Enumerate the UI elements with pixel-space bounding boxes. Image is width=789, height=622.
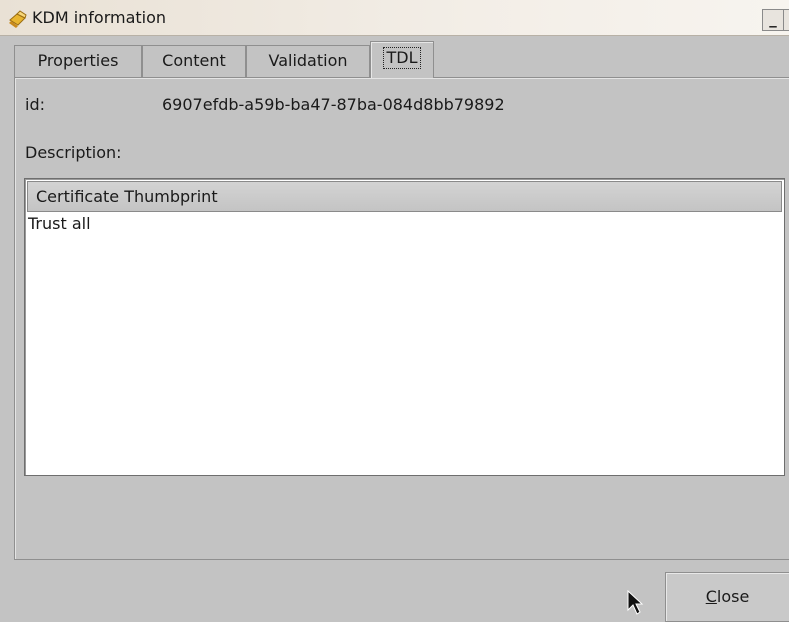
kdm-app-icon <box>8 9 28 29</box>
list-item[interactable]: Trust all <box>28 214 91 233</box>
title-bar[interactable]: KDM information _ x <box>0 0 789 36</box>
tab-validation[interactable]: Validation <box>246 45 370 77</box>
kdm-information-dialog: KDM information _ x Properties Content V… <box>0 0 789 622</box>
tab-validation-label: Validation <box>268 51 348 70</box>
close-button-mnemonic: C <box>705 587 717 606</box>
tab-content[interactable]: Content <box>142 45 246 77</box>
close-button[interactable]: Close <box>665 572 789 622</box>
close-window-button[interactable]: x <box>783 9 789 31</box>
tab-properties[interactable]: Properties <box>14 45 142 77</box>
mouse-pointer-icon <box>627 589 645 616</box>
tab-tdl[interactable]: TDL <box>370 41 434 78</box>
tab-properties-label: Properties <box>37 51 119 70</box>
column-header-certificate-thumbprint[interactable]: Certificate Thumbprint <box>27 181 782 212</box>
certificate-list[interactable]: Certificate Thumbprint Trust all <box>24 178 785 476</box>
description-label: Description: <box>25 143 122 162</box>
tab-content-label: Content <box>162 51 226 70</box>
id-label: id: <box>25 95 45 114</box>
tab-tdl-label: TDL <box>383 47 421 69</box>
minimize-button[interactable]: _ <box>762 9 784 31</box>
id-value: 6907efdb-a59b-ba47-87ba-084d8bb79892 <box>162 95 505 114</box>
close-button-label: lose <box>716 587 750 606</box>
window-title: KDM information <box>32 8 167 27</box>
